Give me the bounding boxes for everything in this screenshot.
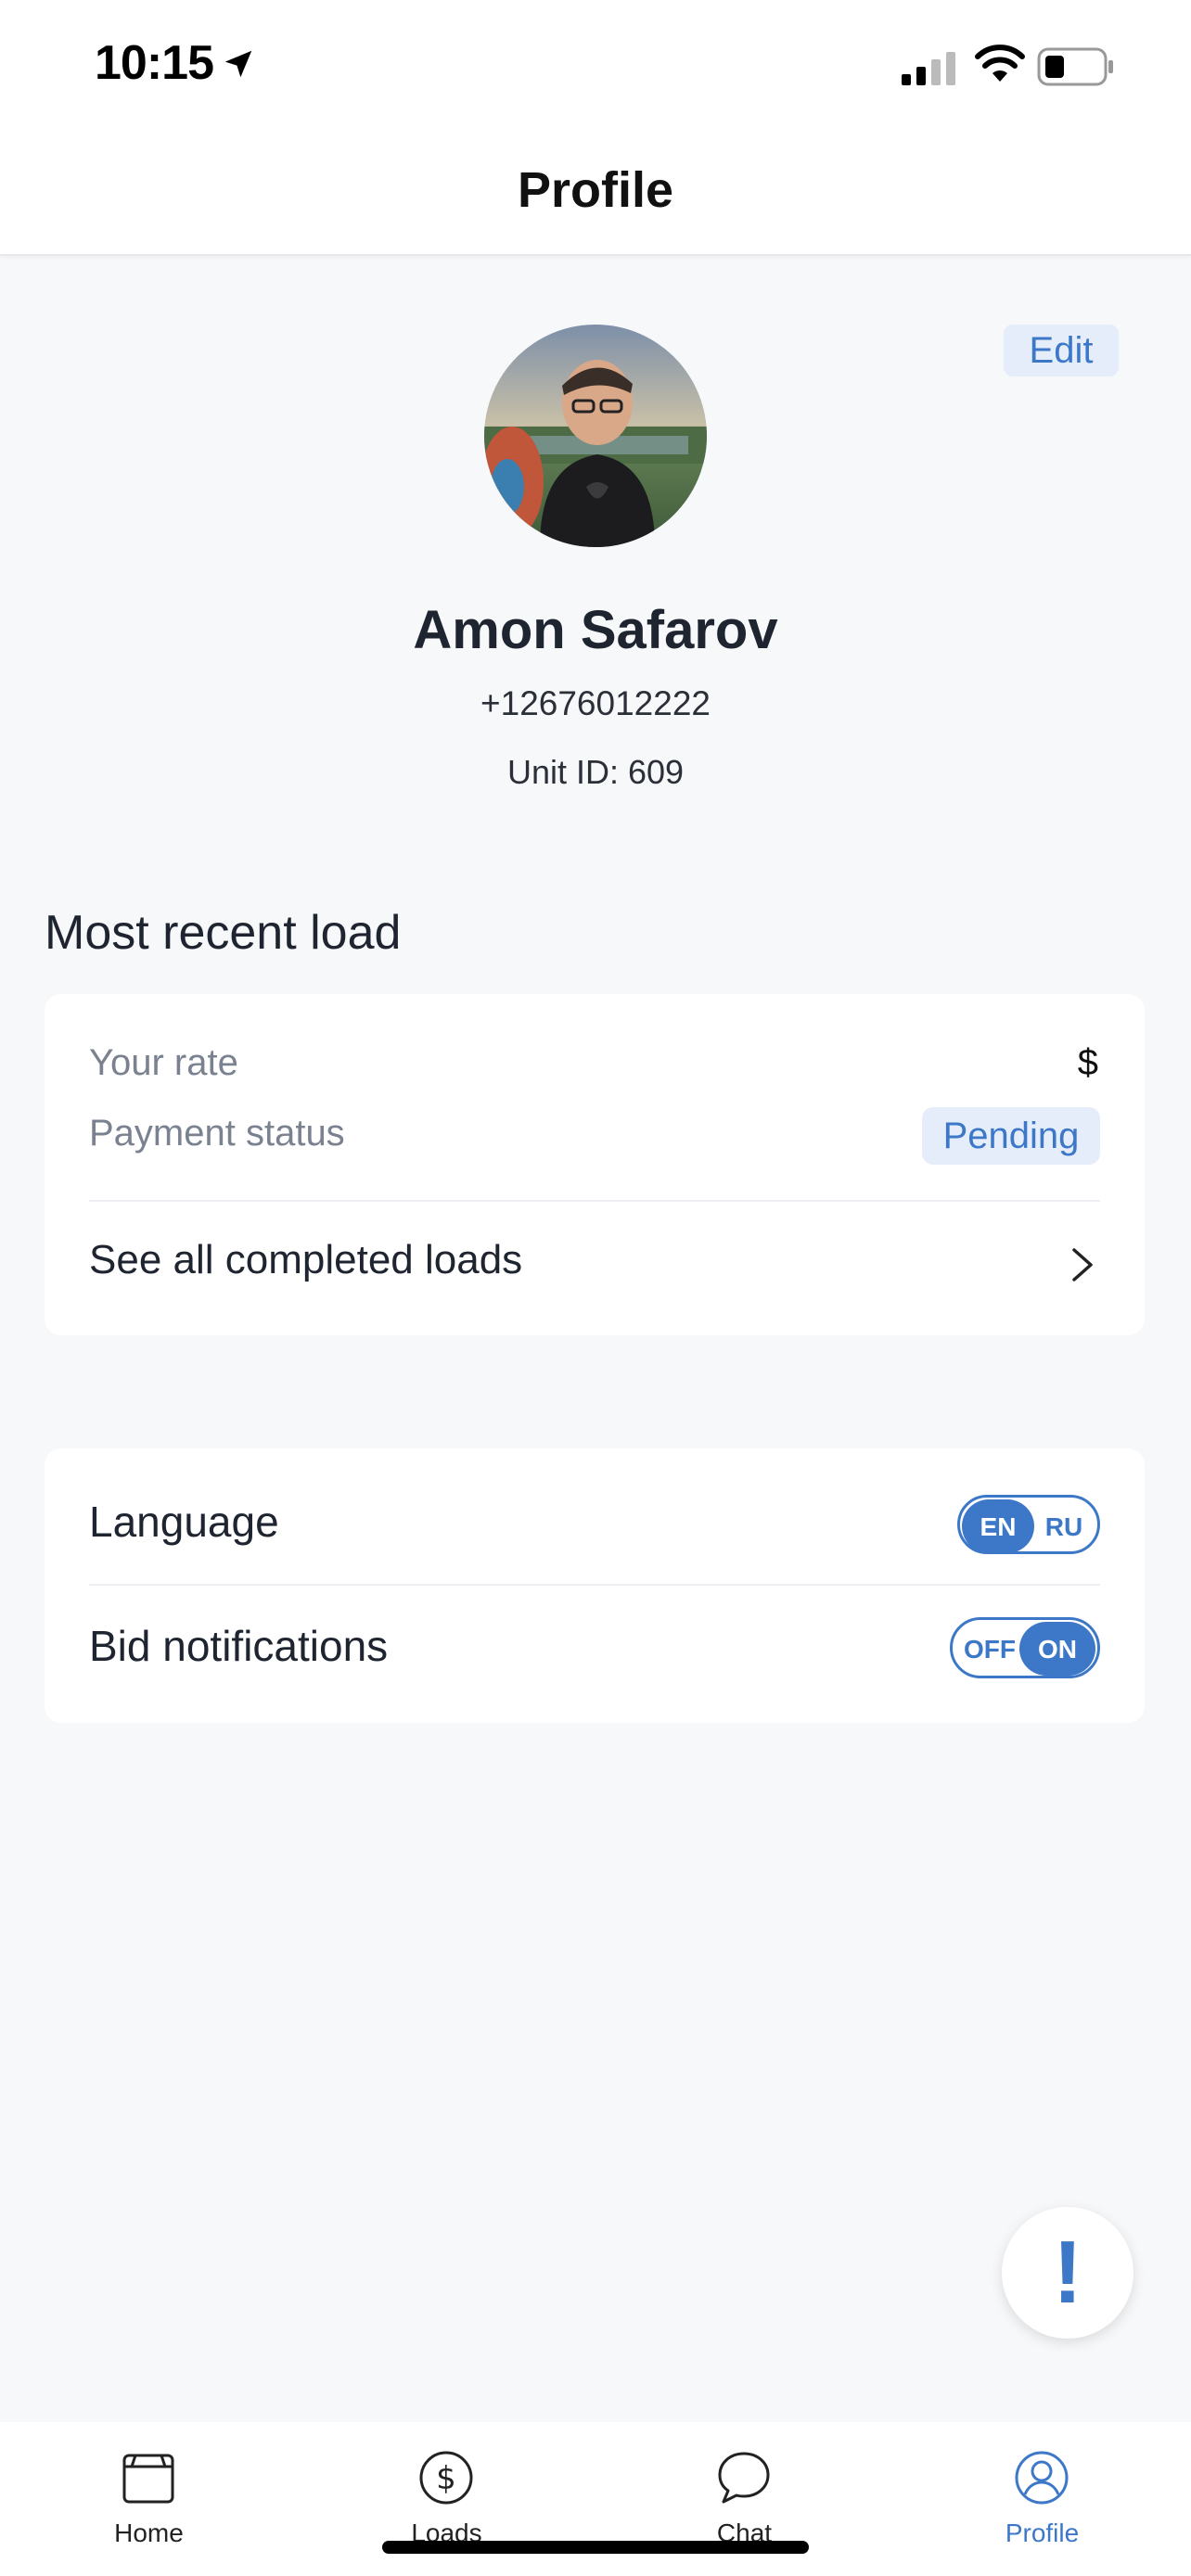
bid-notifications-toggle[interactable]: OFF ON (950, 1617, 1100, 1678)
battery-icon (1037, 47, 1113, 86)
location-arrow-icon (224, 50, 252, 78)
settings-card: Language EN RU Bid notifications OFF ON (45, 1448, 1145, 1723)
avatar-photo (484, 325, 707, 547)
see-all-completed-loads-link[interactable]: See all completed loads (89, 1237, 522, 1283)
unit-id: Unit ID: 609 (506, 753, 685, 791)
box-icon (122, 2454, 174, 2504)
recent-load-card: Your rate $ Payment status Pending See a… (45, 994, 1145, 1335)
svg-text:$: $ (436, 2460, 456, 2497)
tab-home[interactable]: Home (0, 2422, 298, 2576)
cellular-signal-icon (902, 52, 955, 85)
edit-button[interactable]: Edit (1004, 325, 1119, 376)
tab-label: Profile (1005, 2519, 1080, 2547)
bid-notifications-label: Bid notifications (89, 1622, 389, 1670)
rate-label: Your rate (89, 1042, 238, 1083)
payment-status-label: Payment status (89, 1113, 345, 1154)
user-circle-icon (1015, 2451, 1069, 2505)
wifi-icon (975, 45, 1025, 82)
language-option-en[interactable]: EN (962, 1498, 1034, 1557)
status-time: 10:15 (95, 36, 214, 90)
chat-bubble-icon (718, 2452, 770, 2504)
rate-value: $ (1077, 1042, 1098, 1083)
tab-profile[interactable]: Profile (893, 2422, 1191, 2576)
status-bar: 10:15 (0, 0, 1191, 130)
language-option-ru[interactable]: RU (1036, 1498, 1092, 1557)
avatar[interactable] (484, 325, 707, 547)
home-indicator[interactable] (382, 2541, 809, 2554)
nav-bar: Profile (0, 130, 1191, 256)
tab-label: Home (114, 2519, 184, 2547)
language-toggle[interactable]: EN RU (957, 1495, 1100, 1554)
divider (89, 1200, 1100, 1202)
notifications-option-on[interactable]: ON (1019, 1620, 1095, 1679)
status-badge: Pending (922, 1107, 1100, 1165)
dollar-circle-icon: $ (419, 2451, 473, 2505)
page-title: Profile (517, 162, 674, 218)
alert-fab-button[interactable]: ! (1002, 2207, 1133, 2339)
language-label: Language (89, 1498, 279, 1546)
notifications-option-off[interactable]: OFF (958, 1620, 1021, 1679)
user-name: Amon Safarov (413, 600, 778, 660)
chevron-right-icon[interactable] (1069, 1244, 1096, 1285)
user-phone: +12676012222 (480, 684, 711, 722)
divider (89, 1584, 1100, 1586)
section-title-recent-load: Most recent load (45, 906, 402, 960)
